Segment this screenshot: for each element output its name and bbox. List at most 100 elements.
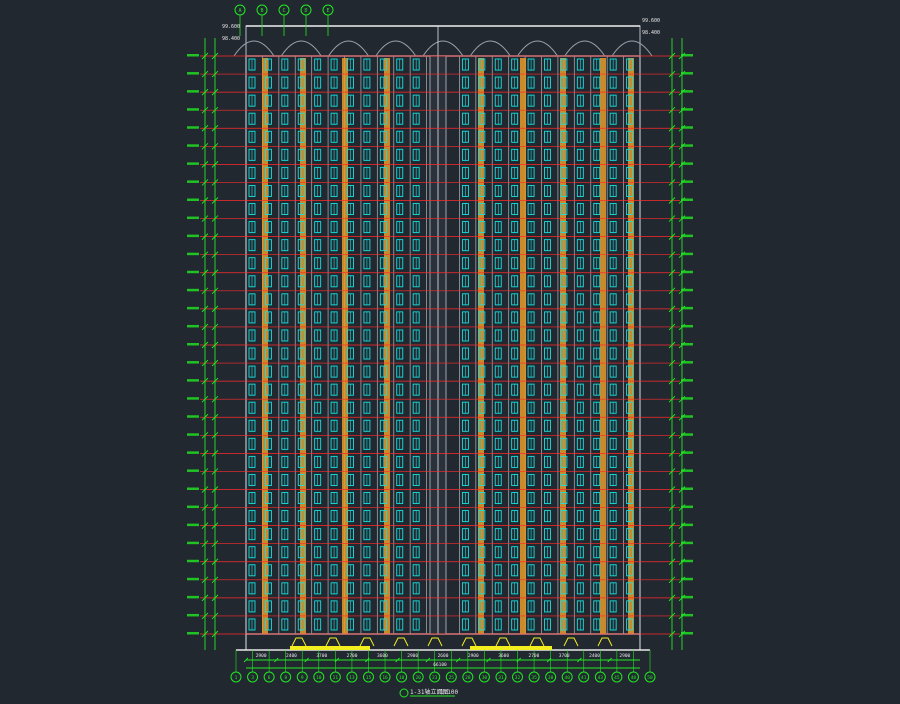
drawing-scale: 1:100 (440, 689, 458, 696)
elevation-marker-icon (681, 595, 693, 599)
elevation-marker-icon (187, 613, 199, 617)
elevation-marker-icon (187, 252, 199, 256)
stair-strip (384, 58, 390, 634)
dimension-label: 3600 (498, 653, 509, 659)
axis-label: 10 (316, 675, 322, 681)
elevation-marker-icon (681, 559, 693, 563)
axis-label: 3 (251, 675, 254, 681)
entrance-door (529, 637, 545, 647)
axis-label: E (326, 8, 329, 14)
axis-label: 15 (366, 675, 372, 681)
elevation-marker-icon (187, 270, 199, 274)
elevation-marker-icon (681, 126, 693, 129)
elevation-label: 99.600 (642, 18, 660, 24)
elevation-marker-icon (187, 234, 199, 238)
elevation-marker-icon (187, 433, 199, 436)
roof-arch (611, 40, 653, 57)
axis-label: 32 (515, 675, 521, 681)
title-bubble-icon (399, 688, 409, 698)
elevation-marker-icon (681, 487, 693, 490)
elevation-marker-icon (187, 288, 199, 292)
entrance-door (495, 637, 511, 647)
entrance-door (325, 637, 341, 647)
elevation-marker-icon (681, 54, 693, 57)
elevation-marker-icon (187, 198, 199, 201)
roof-arch (564, 40, 606, 57)
elevation-marker-icon (187, 54, 199, 57)
elevation-marker-icon (681, 505, 693, 509)
elevation-marker-icon (681, 108, 693, 111)
dimension-label: 3700 (559, 653, 570, 659)
axis-label: 9 (301, 675, 304, 681)
stair-strip (628, 58, 634, 634)
entrance-door (291, 637, 307, 647)
elevation-marker-icon (187, 379, 199, 382)
axis-label: 30 (482, 675, 488, 681)
axis-label: 6 (268, 675, 271, 681)
elevation-marker-icon (681, 361, 693, 364)
roof-arch (517, 40, 558, 57)
cad-elevation-drawing: A B C D E 99.600 99.600 98.400 98.400 2900 2400 370… (0, 0, 900, 700)
roof-arch (233, 40, 275, 57)
elevation-marker-icon (681, 415, 693, 418)
elevation-marker-icon (681, 162, 693, 165)
elevation-marker-icon (681, 180, 693, 183)
elevation-marker-icon (681, 577, 693, 581)
elevation-marker-icon (187, 324, 199, 328)
axis-label: 48 (631, 675, 637, 681)
elevation-marker-icon (187, 343, 199, 346)
axis-label: 35 (531, 675, 537, 681)
axis-label: A (238, 8, 241, 14)
elevation-marker-icon (187, 162, 199, 165)
elevation-marker-icon (681, 613, 693, 617)
elevation-marker-icon (681, 632, 693, 635)
elevation-marker-icon (187, 415, 199, 418)
elevation-marker-icon (187, 361, 199, 364)
axis-label: 50 (647, 675, 653, 681)
dimension-label: 2900 (619, 653, 630, 659)
total-dimension-label: 66100 (433, 662, 447, 668)
axis-label: 41 (581, 675, 587, 681)
axis-label: 38 (548, 675, 554, 681)
axis-label: 28 (465, 675, 471, 681)
axis-label: 20 (415, 675, 421, 681)
stair-strip (300, 58, 306, 634)
roof-arch (422, 40, 464, 57)
dimension-label: 2900 (407, 653, 418, 659)
elevation-marker-icon (681, 379, 693, 382)
dimension-label: 2900 (256, 653, 267, 659)
elevation-marker-icon (187, 469, 199, 472)
building-frame (233, 25, 653, 651)
elevation-label: 98.400 (642, 30, 660, 36)
elevation-marker-icon (187, 577, 199, 581)
elevation-marker-icon (681, 306, 693, 310)
elevation-marker-icon (681, 72, 693, 75)
elevation-marker-icon (187, 487, 199, 490)
entrance-canopy (470, 646, 552, 650)
elevation-marker-icon (187, 144, 199, 147)
axis-label: 16 (382, 675, 388, 681)
axis-label: D (304, 8, 307, 14)
elevation-marker-icon (681, 234, 693, 238)
elevation-marker-icon (681, 433, 693, 436)
axis-label: 18 (399, 675, 405, 681)
elevation-marker-icon (681, 270, 693, 274)
dimension-label: 2400 (286, 653, 297, 659)
axis-label: 25 (449, 675, 455, 681)
entrance-door (359, 637, 375, 647)
elevation-marker-icon (681, 144, 693, 147)
elevation-marker-icon (681, 397, 693, 400)
axis-label: 43 (598, 675, 604, 681)
elevation-marker-icon (681, 288, 693, 292)
elevation-marker-icon (187, 108, 199, 111)
entrance-door (461, 637, 477, 647)
entrance-door (597, 637, 613, 647)
axis-label: 45 (614, 675, 620, 681)
elevation-marker-icon (187, 632, 199, 635)
elevation-marker-icon (681, 252, 693, 256)
axis-label: 40 (564, 675, 570, 681)
drawing-title-block: 1-31轴立面图 1:100 (399, 688, 458, 698)
elevation-label: 98.400 (222, 36, 240, 42)
entrance-door (427, 637, 443, 647)
elevation-marker-icon (681, 541, 693, 545)
